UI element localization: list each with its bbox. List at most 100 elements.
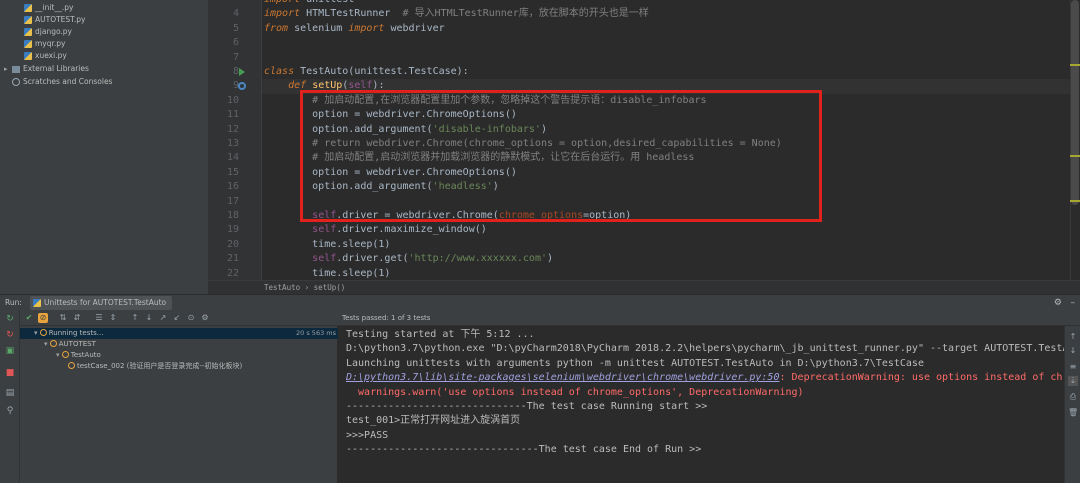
code-line[interactable]: import HTMLTestRunner # 导入HTMLTestRunner… bbox=[262, 7, 1080, 21]
layout-icon[interactable]: ▤ bbox=[5, 388, 15, 398]
line-number: 16 bbox=[226, 181, 239, 193]
stop-icon[interactable]: ■ bbox=[5, 368, 15, 378]
code-line[interactable]: class TestAuto(unittest.TestCase): bbox=[262, 65, 1080, 79]
previous-failed-icon[interactable]: ↑ bbox=[130, 313, 140, 323]
console-line: D:\python3.7\lib\site-packages\selenium\… bbox=[346, 371, 1064, 385]
code-line[interactable]: # 加启动配置,在浏览器配置里加个参数，忽略掉这个警告提示语：disable_i… bbox=[262, 94, 1080, 108]
project-tree-item[interactable]: AUTOTEST.py bbox=[24, 14, 85, 26]
code-line[interactable] bbox=[262, 36, 1080, 50]
line-number: 21 bbox=[226, 253, 239, 265]
line-number: 20 bbox=[226, 238, 239, 250]
soft-wrap-icon[interactable]: ≡ bbox=[1068, 362, 1078, 372]
console-line-text: --------------------------------The test… bbox=[346, 444, 702, 456]
run-tab-label: Unittests for AUTOTEST.TestAuto bbox=[44, 298, 167, 307]
project-tree-item[interactable]: Scratches and Consoles bbox=[4, 76, 112, 88]
code-line[interactable]: self.driver.get('http://www.xxxxxx.com') bbox=[262, 252, 1080, 266]
code-line[interactable]: option = webdriver.ChromeOptions() bbox=[262, 108, 1080, 122]
scroll-to-end-icon[interactable]: ⇣ bbox=[1068, 376, 1078, 386]
collapse-all-icon[interactable]: ⇕ bbox=[108, 313, 118, 323]
project-tree-item-label: xuexi.py bbox=[35, 51, 67, 60]
scroll-down-icon[interactable]: ↓ bbox=[1068, 346, 1078, 356]
test-tree-row[interactable]: testCase_002 (验证用户是否登录完成--初始化板块) bbox=[20, 361, 338, 372]
run-tab[interactable]: Unittests for AUTOTEST.TestAuto bbox=[30, 296, 173, 310]
line-number: 11 bbox=[226, 109, 239, 121]
line-number: 13 bbox=[226, 138, 239, 149]
breadcrumb[interactable]: TestAuto › setUp() bbox=[208, 280, 1080, 294]
test-tree-row[interactable]: ▾ TestAuto bbox=[20, 350, 338, 361]
code-line[interactable]: import unittest bbox=[262, 0, 1080, 7]
print-icon[interactable]: ⎙ bbox=[1068, 392, 1078, 402]
run-tool-window-header: Run: Unittests for AUTOTEST.TestAuto ⚙ – bbox=[0, 294, 1080, 310]
project-tree-item[interactable]: myqr.py bbox=[24, 38, 65, 50]
editor-scroll-thumb[interactable] bbox=[1071, 0, 1079, 205]
sort-alpha-icon[interactable]: ⇅ bbox=[58, 313, 68, 323]
project-tree-item[interactable]: ▸ External Libraries bbox=[4, 63, 89, 75]
code-line[interactable]: from selenium import webdriver bbox=[262, 22, 1080, 36]
next-failed-icon[interactable]: ↓ bbox=[144, 313, 154, 323]
show-passed-icon[interactable]: ✔ bbox=[24, 313, 34, 323]
tests-tree[interactable]: ▾ Running tests... 20 s 563 ms ▾ AUTOTEST ▾… bbox=[20, 326, 338, 483]
test-status-icon bbox=[61, 351, 69, 358]
console-line: >>>PASS bbox=[346, 429, 388, 443]
error-stripe-marker[interactable] bbox=[1070, 64, 1080, 66]
code-editor[interactable]: 4 5 6 7 8 9 10 11 12 13 14 15 16 17 18 19 20 21 22 import … bbox=[208, 0, 1080, 280]
console-line-text: Launching unittests with arguments pytho… bbox=[346, 357, 924, 369]
expand-arrow-icon[interactable]: ▸ bbox=[4, 63, 12, 75]
import-icon[interactable]: ↙ bbox=[172, 313, 182, 323]
code-line[interactable]: option.add_argument('headless') bbox=[262, 180, 1080, 194]
minimize-icon[interactable]: – bbox=[1071, 295, 1076, 311]
run-label: Run: bbox=[5, 298, 22, 307]
error-stripe-marker[interactable] bbox=[1070, 155, 1080, 157]
rerun-failed-icon[interactable]: ↻ bbox=[5, 330, 15, 340]
override-gutter-icon[interactable] bbox=[238, 82, 246, 91]
run-gutter-icon[interactable] bbox=[239, 68, 245, 76]
clear-icon[interactable]: 🗑 bbox=[1068, 408, 1078, 418]
code-line[interactable] bbox=[262, 51, 1080, 65]
console-line: D:\python3.7\python.exe "D:\pyCharm2018\… bbox=[346, 342, 1064, 356]
code-line[interactable]: time.sleep(1) bbox=[262, 267, 1080, 280]
project-tree-item-label: External Libraries bbox=[23, 64, 89, 73]
code-line[interactable]: # return webdriver.Chrome(chrome_options… bbox=[262, 137, 1080, 151]
code-line[interactable] bbox=[262, 195, 1080, 209]
line-number: 17 bbox=[226, 195, 239, 207]
project-tree-item[interactable]: xuexi.py bbox=[24, 50, 67, 62]
test-status-icon bbox=[49, 340, 57, 347]
toggle-auto-test-icon[interactable]: ▣ bbox=[5, 346, 15, 356]
settings-icon[interactable]: ⚙ bbox=[200, 313, 210, 323]
editor-gutter: 4 5 6 7 8 9 10 11 12 13 14 15 16 17 18 19 20 21 22 bbox=[208, 0, 262, 280]
project-tree-item[interactable]: __init__.py bbox=[24, 2, 73, 14]
code-line[interactable]: option = webdriver.ChromeOptions() bbox=[262, 166, 1080, 180]
error-stripe-marker[interactable] bbox=[1070, 200, 1080, 202]
console-line-text: D:\python3.7\python.exe "D:\pyCharm2018\… bbox=[346, 343, 1064, 355]
console-toolbar: ↑ ↓ ≡ ⇣ ⎙ 🗑 bbox=[1064, 326, 1080, 483]
collapse-arrow-icon[interactable]: ▾ bbox=[44, 340, 50, 348]
code-line[interactable]: def setUp(self): bbox=[262, 79, 1080, 94]
console-line: --------------------------------The test… bbox=[346, 443, 701, 457]
project-tree-item[interactable]: django.py bbox=[24, 26, 72, 38]
scroll-up-icon[interactable]: ↑ bbox=[1068, 332, 1078, 342]
console-line-text: ------------------------------The test c… bbox=[346, 401, 708, 412]
test-tree-row[interactable]: ▾ AUTOTEST bbox=[20, 339, 338, 350]
test-tree-row[interactable]: ▾ Running tests... 20 s 563 ms bbox=[20, 328, 338, 339]
code-line[interactable]: self.driver.maximize_window() bbox=[262, 223, 1080, 237]
console-file-link[interactable]: D:\python3.7\lib\site-packages\selenium\… bbox=[346, 372, 779, 383]
show-ignored-icon[interactable]: ⊘ bbox=[38, 313, 48, 323]
code-line[interactable]: self.driver = webdriver.Chrome(chrome_op… bbox=[262, 209, 1080, 223]
history-icon[interactable]: ⊙ bbox=[186, 313, 196, 323]
test-duration: 20 s 563 ms bbox=[296, 329, 336, 337]
collapse-arrow-icon[interactable]: ▾ bbox=[56, 351, 62, 359]
collapse-arrow-icon[interactable]: ▾ bbox=[34, 329, 40, 337]
code-line[interactable]: # 加启动配置,启动浏览器并加载浏览器的静默模式，让它在后台运行。用 headl… bbox=[262, 151, 1080, 165]
expand-all-icon[interactable]: ☰ bbox=[94, 313, 104, 323]
code-line[interactable]: option.add_argument('disable-infobars') bbox=[262, 123, 1080, 137]
rerun-icon[interactable]: ↻ bbox=[5, 314, 15, 324]
gear-icon[interactable]: ⚙ bbox=[1054, 295, 1062, 311]
pin-icon[interactable]: ⚲ bbox=[5, 406, 15, 416]
code-line[interactable]: time.sleep(1) bbox=[262, 238, 1080, 252]
sort-duration-icon[interactable]: ⇵ bbox=[72, 313, 82, 323]
export-icon[interactable]: ↗ bbox=[158, 313, 168, 323]
project-tree-item-label: AUTOTEST.py bbox=[35, 15, 86, 24]
editor-scrollbar[interactable] bbox=[1070, 0, 1080, 280]
line-number: 15 bbox=[226, 166, 239, 178]
console-output[interactable]: Testing started at 下午 5:12 ... D:\python3… bbox=[338, 326, 1064, 483]
